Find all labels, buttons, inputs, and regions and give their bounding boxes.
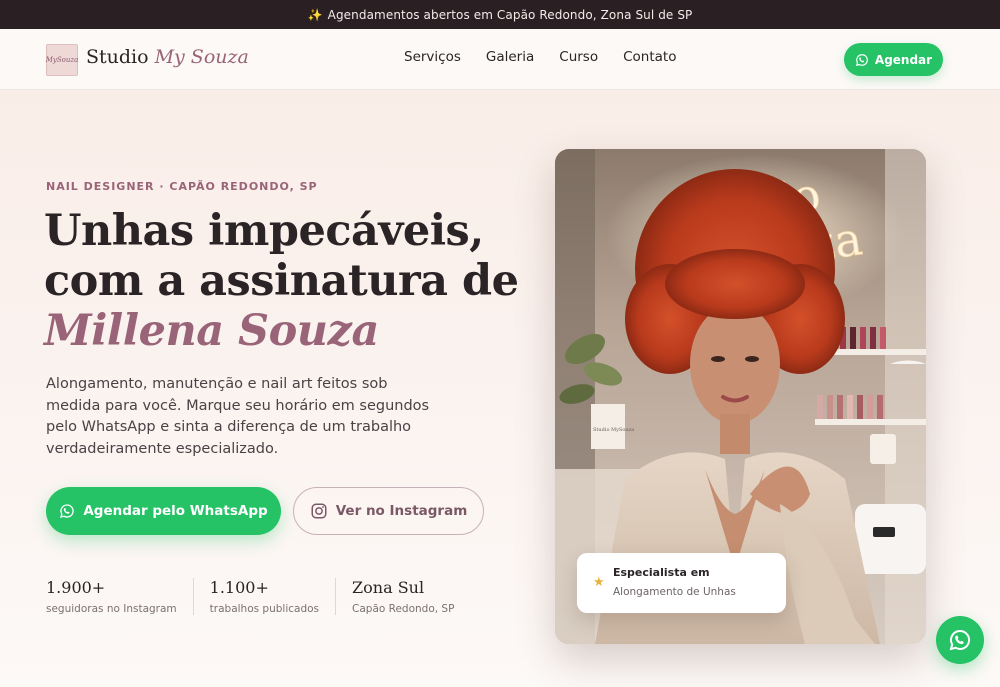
- instagram-button[interactable]: Ver no Instagram: [293, 487, 484, 535]
- whatsapp-floating-button[interactable]: [936, 616, 984, 664]
- agendar-button[interactable]: Agendar: [844, 43, 943, 76]
- agendar-button-label: Agendar: [874, 52, 933, 67]
- stat-label: Capão Redondo, SP: [352, 603, 455, 615]
- nav-item-galeria[interactable]: Galeria: [486, 49, 534, 65]
- brand-name-primary: Studio: [86, 46, 149, 68]
- whatsapp-icon: [855, 53, 868, 66]
- logo-image[interactable]: MySouza: [46, 44, 78, 76]
- stat-location: Zona Sul Capão Redondo, SP: [352, 578, 470, 615]
- instagram-icon: [311, 503, 327, 519]
- brand-name-accent: My Souza: [154, 46, 249, 68]
- headline-line-2: com a assinatura de: [44, 256, 519, 306]
- stat-value: 1.100+: [209, 578, 269, 597]
- stat-label: trabalhos publicados: [209, 603, 320, 615]
- site-header: MySouza Studio My Souza Serviços Galeria …: [0, 29, 1000, 90]
- headline-line-1: Unhas impecáveis,: [44, 206, 484, 256]
- sparkles-icon: ✨: [307, 7, 323, 22]
- stat-works: 1.100+ trabalhos publicados: [209, 578, 337, 615]
- logo-image-text: MySouza: [45, 56, 79, 64]
- nav-item-servicos[interactable]: Serviços: [404, 49, 461, 65]
- whatsapp-icon: [949, 629, 971, 651]
- brand-name[interactable]: Studio My Souza: [86, 46, 249, 68]
- badge-subtitle: Alongamento de Unhas: [613, 586, 736, 598]
- nav-item-contato[interactable]: Contato: [623, 49, 676, 65]
- main-menu: Serviços Galeria Curso Contato: [404, 49, 676, 65]
- stat-label: seguidoras no Instagram: [46, 603, 177, 615]
- headline-name: Millena Souza: [44, 306, 379, 356]
- instagram-button-label: Ver no Instagram: [335, 503, 468, 519]
- hero-headline: Unhas impecáveis, com a assinatura de Mi…: [44, 206, 519, 356]
- hero-eyebrow: NAIL DESIGNER · CAPÃO REDONDO, SP: [46, 180, 318, 193]
- stat-value: Zona Sul: [352, 578, 425, 597]
- stat-followers: 1.900+ seguidoras no Instagram: [46, 578, 194, 615]
- whatsapp-icon: [60, 504, 75, 518]
- announcement-bar: ✨ Agendamentos abertos em Capão Redondo,…: [0, 0, 1000, 29]
- whatsapp-booking-label: Agendar pelo WhatsApp: [83, 503, 268, 519]
- photo-book-text: Studio MySouza: [593, 427, 634, 433]
- announcement-text: Agendamentos abertos em Capão Redondo, Z…: [327, 7, 693, 22]
- hero-stats: 1.900+ seguidoras no Instagram 1.100+ tr…: [46, 578, 486, 615]
- specialist-badge: ★ Especialista em Alongamento de Unhas: [577, 553, 786, 613]
- star-icon: ★: [593, 575, 605, 590]
- badge-title: Especialista em: [613, 566, 710, 579]
- stat-value: 1.900+: [46, 578, 106, 597]
- whatsapp-booking-button[interactable]: Agendar pelo WhatsApp: [46, 487, 281, 535]
- nav-item-curso[interactable]: Curso: [559, 49, 598, 65]
- hero-lead: Alongamento, manutenção e nail art feito…: [46, 376, 430, 457]
